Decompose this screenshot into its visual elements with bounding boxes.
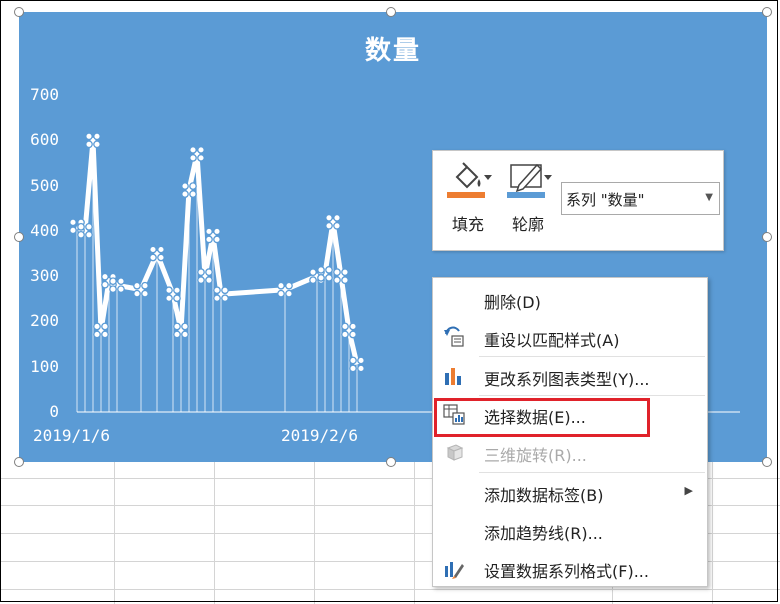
screenshot-border	[0, 0, 778, 602]
excel-worksheet: 数量 700 600 500 400 300 200 100 0 2019/1/6 2019/2…	[0, 0, 780, 604]
